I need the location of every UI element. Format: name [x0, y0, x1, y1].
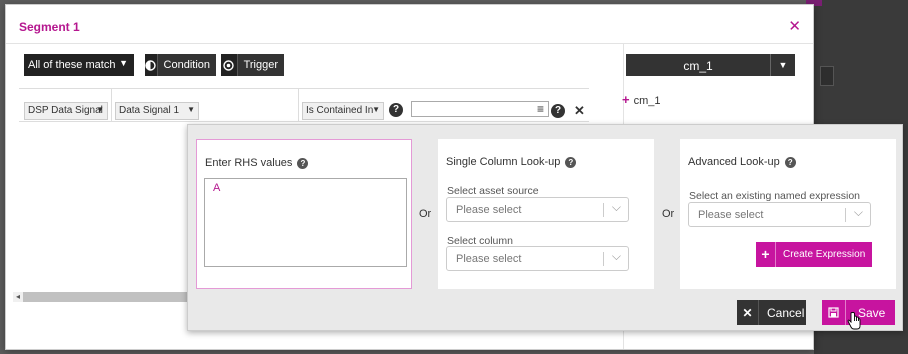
single-column-lookup-panel: Single Column Look-up ? Select asset sou…	[438, 139, 654, 289]
help-icon[interactable]: ?	[389, 103, 403, 117]
advanced-title: Advanced Look-up ?	[688, 156, 796, 168]
column-select[interactable]: Please select ⌵	[446, 246, 629, 271]
asset-source-label: Select asset source	[447, 185, 539, 197]
enter-rhs-title-text: Enter RHS values	[205, 157, 293, 169]
help-icon[interactable]: ?	[551, 104, 565, 118]
rhs-values-popup: Enter RHS values ? A Or Single Column Lo…	[187, 124, 903, 331]
create-expression-label: Create Expression	[783, 249, 866, 260]
asset-source-placeholder: Please select	[456, 204, 522, 216]
add-condition-button[interactable]: Condition	[145, 54, 216, 76]
close-icon: ✕	[737, 300, 759, 325]
expression-label: Select an existing named expression	[689, 190, 861, 202]
or-label: Or	[662, 208, 675, 220]
cell-divider	[298, 88, 299, 122]
cm-list-item[interactable]: + cm_1	[622, 92, 661, 107]
operator-value: Is Contained In	[306, 105, 374, 116]
select-divider	[603, 203, 604, 217]
help-icon[interactable]: ?	[784, 156, 796, 168]
signal-type-select[interactable]: DSP Data Signal ▼	[24, 102, 108, 120]
remove-condition-icon[interactable]: ✕	[574, 103, 585, 119]
advanced-title-text: Advanced Look-up	[688, 156, 780, 168]
chevron-down-icon: ⌵	[611, 200, 621, 214]
signal-name-value: Data Signal 1	[119, 105, 180, 116]
caret-down-icon: ▼	[372, 105, 380, 114]
expression-select[interactable]: Please select ⌵	[688, 202, 871, 227]
cell-divider	[111, 88, 112, 122]
floppy-disk-icon	[822, 300, 846, 325]
caret-down-icon: ▼	[187, 105, 195, 114]
backdrop-control	[820, 66, 834, 86]
operator-select[interactable]: Is Contained In ▼	[302, 102, 384, 120]
plus-icon: +	[622, 92, 630, 107]
close-icon[interactable]: ✕	[788, 19, 801, 34]
create-expression-button[interactable]: + Create Expression	[756, 242, 872, 267]
scrollbar-thumb[interactable]	[23, 292, 189, 302]
cm-item-label: cm_1	[633, 95, 661, 107]
scroll-left-icon[interactable]: ◂	[13, 292, 23, 302]
select-divider	[845, 208, 846, 222]
cancel-button[interactable]: ✕ Cancel	[737, 300, 806, 325]
signal-name-select[interactable]: Data Signal 1 ▼	[115, 102, 199, 120]
trigger-label: Trigger	[243, 59, 278, 71]
modal-title: Segment 1	[19, 20, 80, 34]
half-circle-icon	[145, 54, 158, 76]
hand-cursor-icon	[847, 312, 861, 330]
cancel-label: Cancel	[767, 305, 805, 320]
or-label: Or	[419, 208, 432, 220]
caret-down-icon[interactable]: ▼	[770, 54, 795, 76]
caret-down-icon: ▼	[96, 105, 104, 114]
single-column-title-text: Single Column Look-up	[446, 156, 561, 168]
menu-lines-icon[interactable]: ≡	[537, 102, 544, 116]
match-type-select[interactable]: All of these match ▼	[24, 54, 134, 76]
select-divider	[603, 252, 604, 266]
asset-source-select[interactable]: Please select ⌵	[446, 197, 629, 222]
match-type-label: All of these match	[28, 59, 116, 71]
single-column-title: Single Column Look-up ?	[446, 156, 577, 168]
chevron-down-icon: ⌵	[611, 249, 621, 263]
chevron-down-icon: ⌵	[853, 205, 863, 219]
help-icon[interactable]: ?	[297, 157, 309, 169]
plus-icon: +	[756, 242, 776, 267]
enter-rhs-panel: Enter RHS values ? A	[196, 139, 412, 289]
cm-select[interactable]: cm_1	[626, 54, 770, 76]
expression-placeholder: Please select	[698, 209, 764, 221]
condition-label: Condition	[163, 59, 210, 71]
help-icon[interactable]: ?	[565, 156, 577, 168]
enter-rhs-title: Enter RHS values ?	[205, 157, 309, 169]
cm-select-value: cm_1	[683, 59, 713, 73]
rhs-values-textarea[interactable]: A	[204, 178, 407, 267]
signal-type-value: DSP Data Signal	[28, 105, 103, 116]
column-placeholder: Please select	[456, 253, 522, 265]
caret-down-icon: ▼	[119, 58, 128, 68]
add-trigger-button[interactable]: Trigger	[221, 54, 284, 76]
advanced-lookup-panel: Advanced Look-up ? Select an existing na…	[680, 139, 896, 289]
rhs-value-input[interactable]: ≡	[411, 101, 549, 117]
target-icon	[221, 54, 238, 76]
